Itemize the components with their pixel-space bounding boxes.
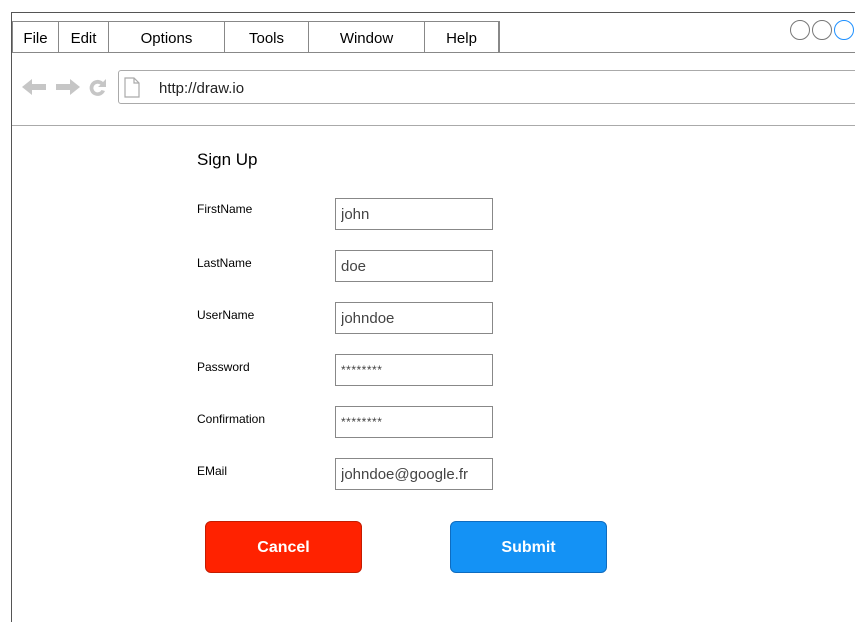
email-input[interactable] [335,458,493,490]
menu-options[interactable]: Options [109,22,225,53]
username-input[interactable] [335,302,493,334]
firstname-input[interactable] [335,198,493,230]
email-label: EMail [197,464,228,478]
menu-help[interactable]: Help [425,22,499,53]
forward-arrow-icon[interactable] [54,79,80,95]
username-label: UserName [197,308,255,322]
window-close-button[interactable] [790,20,810,40]
firstname-label: FirstName [197,202,253,216]
lastname-input[interactable] [335,250,493,282]
password-input[interactable] [335,354,493,386]
page-title: Sign Up [197,150,258,169]
menu-edit[interactable]: Edit [59,22,109,53]
window-maximize-button[interactable] [834,20,854,40]
menu-file[interactable]: File [13,22,59,53]
confirmation-label: Confirmation [197,412,266,426]
menu-window[interactable]: Window [309,22,425,53]
address-bar[interactable]: http://draw.io [118,70,855,104]
url-text: http://draw.io [159,80,245,97]
back-arrow-icon[interactable] [22,79,48,95]
page-icon [124,77,140,98]
toolbar-divider [12,125,855,126]
password-label: Password [197,360,250,374]
reload-icon[interactable] [88,78,108,98]
cancel-button[interactable]: Cancel [205,521,362,573]
menu-bar: File Edit Options Tools Window Help [12,21,500,53]
menubar-divider [12,52,855,53]
menu-tools[interactable]: Tools [225,22,309,53]
submit-button[interactable]: Submit [450,521,607,573]
confirmation-input[interactable] [335,406,493,438]
lastname-label: LastName [197,256,252,270]
window-minimize-button[interactable] [812,20,832,40]
